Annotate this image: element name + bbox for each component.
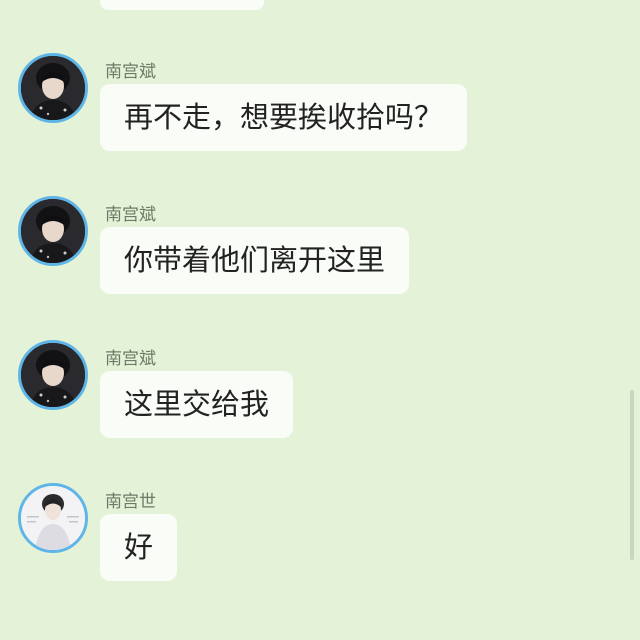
sender-name: 南宫斌 — [105, 205, 156, 225]
message-bubble[interactable]: 你带着他们离开这里 — [100, 227, 410, 294]
sender-name: 南宫斌 — [105, 62, 156, 82]
sender-name: 南宫斌 — [105, 349, 156, 369]
avatar[interactable] — [18, 53, 88, 123]
message-bubble[interactable]: 再不走，想要挨收拾吗？ — [100, 84, 468, 151]
message-bubble[interactable]: 这里交给我 — [100, 371, 294, 438]
previous-message-bubble[interactable] — [100, 0, 264, 10]
scrollbar[interactable] — [630, 390, 634, 560]
avatar[interactable] — [18, 340, 88, 410]
chat-message-list[interactable]: 南宫斌 再不走，想要挨收拾吗？ 南宫斌 你带着他们离开这里 南宫斌 这里交给我 … — [0, 0, 640, 640]
message-bubble[interactable]: 好 — [100, 514, 178, 581]
avatar[interactable] — [18, 196, 88, 266]
avatar[interactable] — [18, 483, 88, 553]
sender-name: 南宫世 — [105, 492, 156, 512]
